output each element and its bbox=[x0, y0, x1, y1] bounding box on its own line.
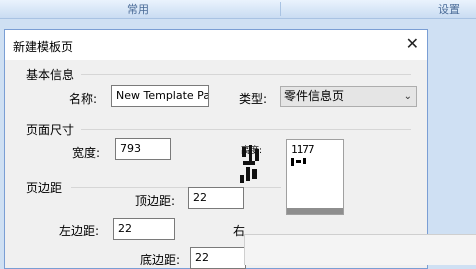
ribbon-tab-settings[interactable]: 设置 bbox=[438, 1, 460, 17]
top-margin-label: 顶边距: bbox=[135, 194, 176, 208]
overlapping-panel bbox=[244, 234, 476, 265]
artifact-block bbox=[242, 147, 246, 157]
group-title-page-size: 页面尺寸 bbox=[26, 123, 75, 137]
dialog-titlebar: 新建模板页 ✕ bbox=[5, 30, 427, 60]
render-artifact bbox=[240, 145, 270, 185]
artifact-block bbox=[255, 149, 259, 161]
ribbon-separator bbox=[280, 2, 281, 16]
group-title-basic-info: 基本信息 bbox=[26, 68, 75, 82]
preview-digits: 1177 bbox=[291, 143, 314, 156]
new-template-dialog: 新建模板页 ✕ 基本信息 名称: New Template Page 类型: 零… bbox=[4, 29, 428, 269]
artifact-block bbox=[243, 161, 255, 165]
group-divider bbox=[81, 74, 411, 75]
dialog-title: 新建模板页 bbox=[13, 40, 74, 54]
preview-mark bbox=[303, 158, 306, 164]
page-size-preview: 1177 bbox=[286, 139, 344, 215]
name-label: 名称: bbox=[69, 92, 98, 106]
ribbon-tab-common[interactable]: 常用 bbox=[127, 1, 149, 17]
type-label: 类型: bbox=[239, 92, 268, 106]
preview-mark bbox=[296, 160, 301, 163]
bottom-margin-label: 底边距: bbox=[140, 253, 181, 267]
ribbon-bar: 常用 设置 bbox=[0, 0, 476, 19]
close-icon[interactable]: ✕ bbox=[406, 34, 419, 53]
width-label: 宽度: bbox=[72, 146, 101, 160]
name-field[interactable]: New Template Page bbox=[111, 85, 209, 107]
group-divider bbox=[81, 129, 411, 130]
width-field[interactable]: 793 bbox=[115, 138, 171, 160]
group-title-margins: 页边距 bbox=[26, 181, 63, 195]
artifact-block bbox=[252, 169, 257, 179]
bottom-margin-field[interactable]: 22 bbox=[190, 247, 246, 269]
group-divider bbox=[71, 187, 281, 188]
preview-bottom-bar bbox=[287, 208, 343, 214]
type-select[interactable]: 零件信息页 ⌄ bbox=[280, 86, 417, 107]
left-margin-label: 左边距: bbox=[59, 224, 100, 238]
preview-mark bbox=[291, 158, 294, 166]
artifact-block bbox=[240, 175, 244, 183]
type-select-value: 零件信息页 bbox=[284, 89, 345, 103]
top-margin-field[interactable]: 22 bbox=[188, 187, 244, 209]
artifact-block bbox=[249, 145, 252, 161]
artifact-block bbox=[246, 167, 250, 181]
left-margin-field[interactable]: 22 bbox=[113, 218, 175, 240]
chevron-down-icon: ⌄ bbox=[403, 91, 412, 102]
